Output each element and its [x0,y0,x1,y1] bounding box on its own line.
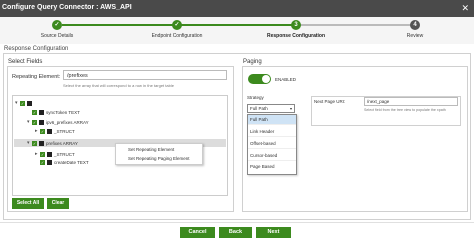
step-connector [296,24,415,26]
tree-row-label: prefixes ARRAY [46,140,78,146]
menu-item-set-repeating-paging-element[interactable]: Set Repeating Paging Element [128,156,190,161]
checkbox-checked-icon[interactable]: ✓ [40,151,45,157]
struct-icon [47,151,52,157]
next-page-hint: Select field from the tree view to popul… [364,108,446,112]
tree-row-label: syncToken TEXT [46,109,80,115]
tree-row[interactable]: ✓ syncToken TEXT [27,108,80,116]
array-icon [39,119,44,125]
window-titlebar: Configure Query Connector : AWS_API ✕ [0,0,474,17]
tree-context-menu: Set Repeating Element Set Repeating Pagi… [115,143,203,165]
text-icon [39,109,44,115]
menu-item-set-repeating-element[interactable]: Set Repeating Element [128,147,174,152]
strategy-select[interactable]: Full Path ▾ [247,104,295,113]
paging-title: Paging [243,59,262,65]
strategy-label: Strategy [247,95,264,100]
step-4-circle: 4 [410,20,420,30]
text-icon [47,159,52,165]
paging-toggle[interactable] [248,74,271,84]
strategy-dropdown: Full Path Link Header Offset-based Curso… [247,114,297,175]
tree-row[interactable]: ▸ ✓ _STRUCT [35,127,75,135]
checkbox-checked-icon[interactable]: ✓ [32,140,37,146]
tree-row[interactable]: ▾ ✓ ipv6_prefixes ARRAY [27,118,89,126]
tree-row[interactable]: ✓ createDate TEXT [35,158,89,166]
tree-row-label: ipv6_prefixes ARRAY [46,119,89,125]
tree-row[interactable]: ▾ ✓ [15,99,34,107]
tree-row[interactable]: ▸ ✓ _STRUCT [35,150,75,158]
object-icon [27,100,32,106]
strategy-option[interactable]: Page Based [248,162,296,172]
paging-toggle-label: ENABLED [275,77,297,82]
step-connector [177,24,296,26]
checkbox-checked-icon[interactable]: ✓ [40,159,45,165]
select-all-button[interactable]: Select All [12,198,44,209]
array-icon [39,140,44,146]
tree-row-label: _STRUCT [54,128,75,134]
cancel-button[interactable]: Cancel [180,227,215,238]
repeating-element-label: Repeating Element: [12,74,61,80]
step-1-check-icon: ✓ [52,20,62,30]
checkbox-checked-icon[interactable]: ✓ [20,100,25,106]
tree-row-label: _STRUCT [54,151,75,157]
checkbox-checked-icon[interactable]: ✓ [32,109,37,115]
repeating-element-input[interactable]: /prefixes [63,70,227,80]
step-2-label: Endpoint Configuration [151,33,203,39]
strategy-option[interactable]: Full Path [248,115,296,125]
step-1-label: Source Details [40,33,74,39]
back-button[interactable]: Back [219,227,252,238]
strategy-option[interactable]: Link Header [248,127,296,137]
window-title: Configure Query Connector : AWS_API [2,4,132,11]
toggle-knob [262,75,270,83]
checkbox-checked-icon[interactable]: ✓ [32,119,37,125]
wizard-stepper: ✓ ✓ 3 4 Source Details Endpoint Configur… [0,17,474,44]
strategy-option[interactable]: Cursor-based [248,151,296,161]
close-icon[interactable]: ✕ [461,3,469,14]
step-3-circle: 3 [291,20,301,30]
select-fields-title: Select Fields [8,59,43,65]
footer-divider [0,222,474,223]
next-button[interactable]: Next [256,227,291,238]
clear-button[interactable]: Clear [47,198,69,209]
struct-icon [47,128,52,134]
step-2-check-icon: ✓ [172,20,182,30]
step-4-label: Review [406,33,424,39]
response-config-title: Response Configuration [4,46,69,52]
step-connector [62,24,177,26]
step-3-label: Response Configuration [266,33,326,39]
checkbox-checked-icon[interactable]: ✓ [40,128,45,134]
next-page-input[interactable]: /next_page [364,97,458,106]
chevron-down-icon: ▾ [289,106,292,111]
next-page-label: Next Page URI: [314,99,346,104]
strategy-option[interactable]: Offset-based [248,139,296,149]
strategy-select-value: Full Path [250,106,268,111]
repeating-element-hint: Select the array that will correspond to… [63,83,174,88]
tree-row-label: createDate TEXT [54,159,89,165]
